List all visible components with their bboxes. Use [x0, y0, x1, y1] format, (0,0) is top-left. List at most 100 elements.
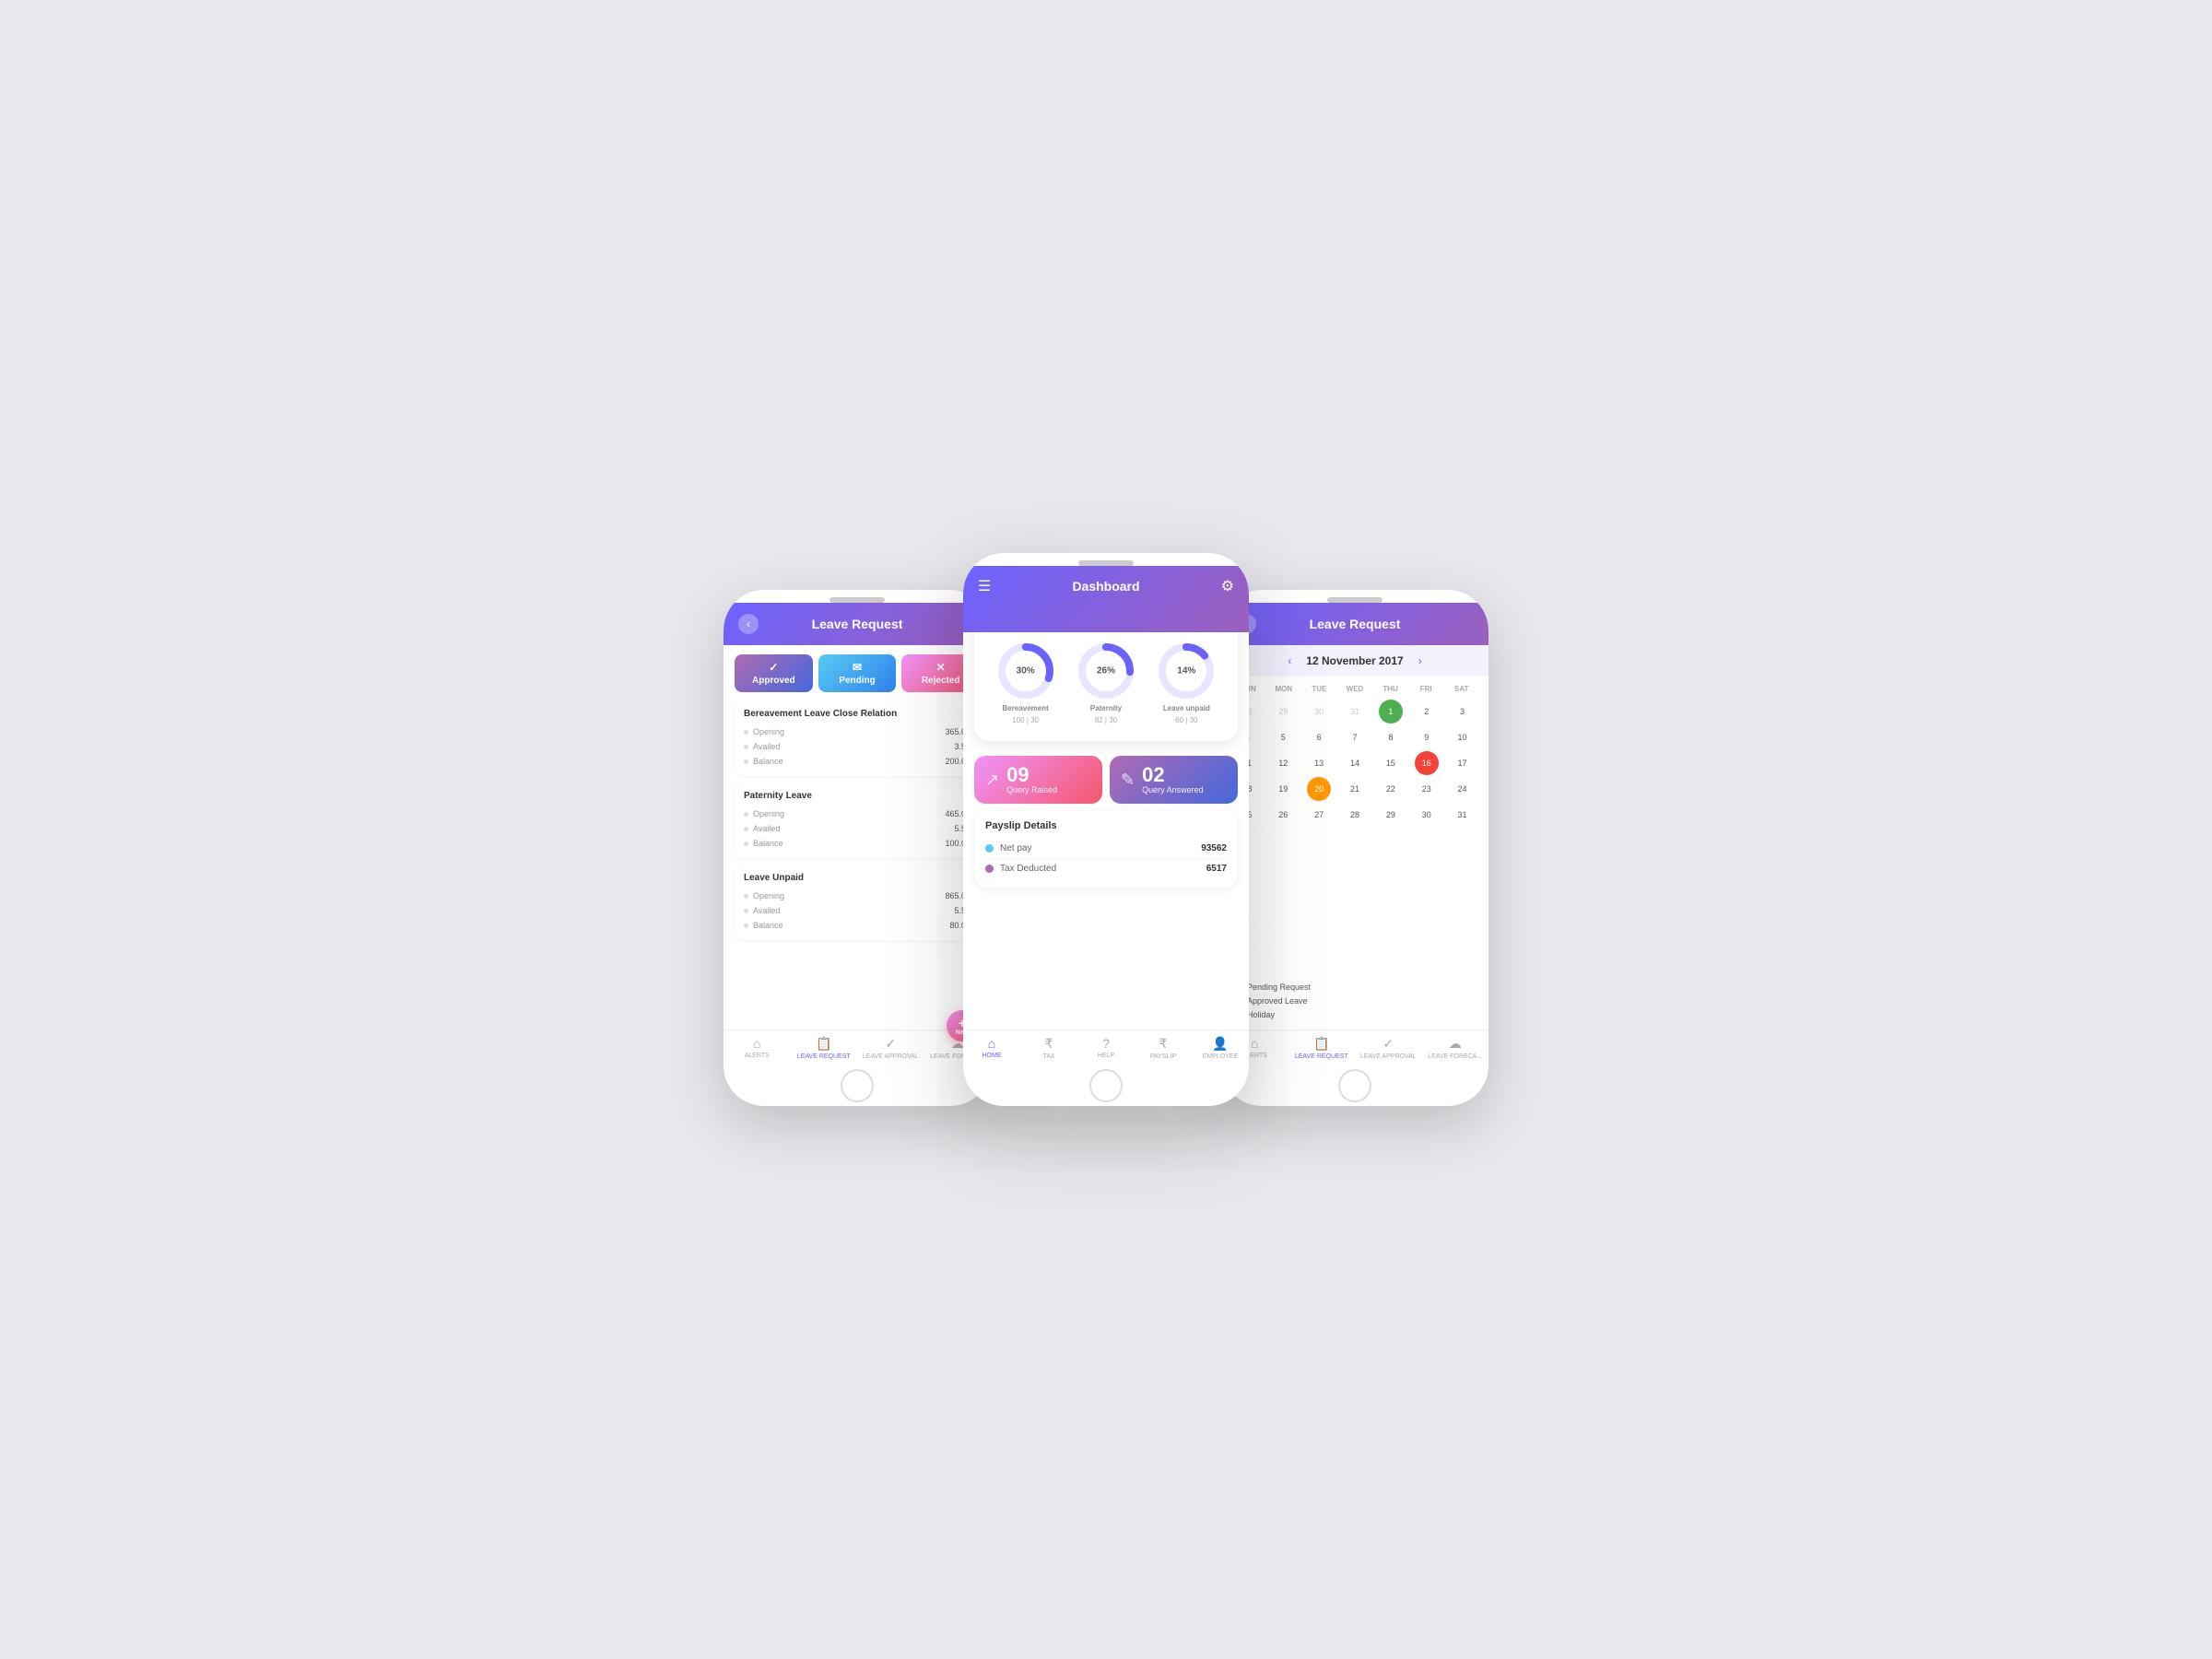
approved-filter[interactable]: ✓ Approved — [735, 654, 813, 692]
cal-day[interactable]: 30 — [1415, 803, 1439, 827]
circles-row: 30% Bereavement 100 | 30 26% — [985, 641, 1227, 724]
cal-day[interactable]: 13 — [1307, 751, 1331, 775]
payslip-tax-label: Tax Deducted — [985, 864, 1056, 874]
payslip-netpay-label: Net pay — [985, 843, 1031, 853]
tax-value: 6517 — [1206, 864, 1227, 874]
pending-icon: ✉ — [853, 661, 862, 674]
cal-day[interactable]: 17 — [1451, 751, 1475, 775]
cal-body: 2829303112345678910111213141516171819202… — [1230, 700, 1479, 827]
cal-day[interactable]: 10 — [1451, 725, 1475, 749]
nav-leave-approval-right[interactable]: ✓ LEAVE APPROVAL — [1355, 1036, 1422, 1060]
legend-holiday: Holiday — [1232, 1010, 1477, 1019]
phone-center: ☰ Dashboard ⚙ Leave Card Availed — [963, 553, 1249, 1106]
query-answered-label: Query Answered — [1142, 785, 1204, 794]
gear-icon[interactable]: ⚙ — [1221, 577, 1234, 595]
cal-day[interactable]: 15 — [1379, 751, 1403, 775]
legend-pending: Pending Request — [1232, 982, 1477, 992]
cal-thu: THU — [1372, 682, 1408, 696]
pending-legend-label: Pending Request — [1247, 982, 1311, 992]
calendar-nav: ‹ 12 November 2017 › — [1221, 645, 1488, 677]
cloud-icon-right: ☁ — [1449, 1036, 1462, 1052]
query-raised-label: Query Raised — [1006, 785, 1057, 794]
home-icon-left: ⌂ — [753, 1036, 760, 1051]
dashboard-title: Dashboard — [1072, 579, 1139, 594]
right-bottom-nav: ⌂ ALERTS 📋 LEAVE REQUEST ✓ LEAVE APPROVA… — [1221, 1030, 1488, 1064]
cal-day[interactable]: 14 — [1343, 751, 1367, 775]
cal-day[interactable]: 31 — [1451, 803, 1475, 827]
cal-next-arrow[interactable]: › — [1413, 653, 1428, 669]
circle-bereavement: 30% Bereavement 100 | 30 — [996, 641, 1055, 724]
home-button-right[interactable] — [1338, 1069, 1371, 1102]
cal-day[interactable]: 19 — [1271, 777, 1295, 801]
query-answered-num: 02 — [1142, 765, 1204, 785]
pending-label: Pending — [839, 676, 875, 686]
paternity-title: Paternity Leave — [744, 791, 971, 801]
leave-section-bereavement: Bereavement Leave Close Relation Opening… — [735, 701, 980, 776]
nav-leave-forecast-label-right: LEAVE FORECA... — [1428, 1053, 1482, 1060]
nav-leave-request-left[interactable]: 📋 LEAVE REQUEST — [791, 1036, 858, 1060]
cal-day[interactable]: 1 — [1379, 700, 1403, 724]
cal-day[interactable]: 29 — [1379, 803, 1403, 827]
cal-day[interactable]: 29 — [1271, 700, 1295, 724]
cal-day[interactable]: 3 — [1451, 700, 1475, 724]
calendar-grid: SUN MON TUE WED THU FRI SAT 282930311234… — [1221, 677, 1488, 977]
unpaid-balance-row: Balance 80.00 — [744, 918, 971, 933]
home-button-left[interactable] — [841, 1069, 874, 1102]
hamburger-icon[interactable]: ☰ — [978, 577, 991, 595]
unpaid-circle-nums: 60 | 30 — [1175, 716, 1197, 724]
cal-day[interactable]: 8 — [1379, 725, 1403, 749]
cal-day[interactable]: 20 — [1307, 777, 1331, 801]
query-answered-card[interactable]: ✎ 02 Query Answered — [1110, 756, 1238, 804]
cal-day[interactable]: 26 — [1271, 803, 1295, 827]
nav-leave-request-label-left: LEAVE REQUEST — [797, 1053, 851, 1060]
cal-fri: FRI — [1408, 682, 1444, 696]
cal-day[interactable]: 5 — [1271, 725, 1295, 749]
nav-leave-forecast-right[interactable]: ☁ LEAVE FORECA... — [1422, 1036, 1489, 1060]
nav-tax-center[interactable]: ₹ TAX — [1020, 1036, 1077, 1060]
cal-day[interactable]: 7 — [1343, 725, 1367, 749]
back-button-left[interactable]: ‹ — [738, 614, 759, 634]
phone-left: ‹ Leave Request ✓ Approved ✉ Pending ✕ R… — [724, 590, 991, 1106]
nav-alerts-left[interactable]: ⌂ ALERTS — [724, 1036, 791, 1060]
donut-unpaid-label: 14% — [1177, 666, 1195, 677]
tax-dot — [985, 865, 994, 873]
nav-help-center[interactable]: ? HELP — [1077, 1036, 1135, 1060]
cal-day[interactable]: 16 — [1415, 751, 1439, 775]
leave-icon-right: 📋 — [1313, 1036, 1329, 1052]
cal-day[interactable]: 9 — [1415, 725, 1439, 749]
payslip-card: Payslip Details Net pay 93562 Tax Deduct… — [974, 811, 1238, 888]
cal-day[interactable]: 12 — [1271, 751, 1295, 775]
home-icon-right: ⌂ — [1251, 1036, 1258, 1051]
cal-day[interactable]: 21 — [1343, 777, 1367, 801]
cal-day[interactable]: 30 — [1307, 700, 1331, 724]
nav-leave-request-right[interactable]: 📋 LEAVE REQUEST — [1288, 1036, 1356, 1060]
query-raised-card[interactable]: ↗ 09 Query Raised — [974, 756, 1102, 804]
nav-leave-approval-left[interactable]: ✓ LEAVE APPROVAL — [857, 1036, 924, 1060]
nav-leave-approval-label-left: LEAVE APPROVAL — [863, 1053, 919, 1060]
cal-day[interactable]: 2 — [1415, 700, 1439, 724]
nav-payslip-center[interactable]: ₹ PAYSLIP — [1135, 1036, 1192, 1060]
leave-list: Bereavement Leave Close Relation Opening… — [724, 701, 991, 1030]
pending-filter[interactable]: ✉ Pending — [818, 654, 897, 692]
cal-day[interactable]: 28 — [1343, 803, 1367, 827]
nav-employee-center[interactable]: 👤 EMPLOYEE — [1192, 1036, 1249, 1060]
cal-day[interactable]: 31 — [1343, 700, 1367, 724]
cal-day[interactable]: 23 — [1415, 777, 1439, 801]
cal-prev-arrow[interactable]: ‹ — [1282, 653, 1297, 669]
cal-day[interactable]: 6 — [1307, 725, 1331, 749]
center-header: ☰ Dashboard ⚙ — [963, 566, 1249, 632]
donut-unpaid: 14% — [1157, 641, 1216, 700]
cal-day[interactable]: 24 — [1451, 777, 1475, 801]
unpaid-availed-label: Availed — [744, 906, 780, 915]
donut-paternity-label: 26% — [1097, 666, 1115, 677]
nav-home-center[interactable]: ⌂ HOME — [963, 1036, 1020, 1060]
rejected-label: Rejected — [922, 676, 960, 686]
home-button-center[interactable] — [1089, 1069, 1123, 1102]
cal-mon: MON — [1266, 682, 1302, 696]
netpay-text: Net pay — [1000, 843, 1031, 853]
netpay-value: 93562 — [1201, 843, 1227, 853]
bereavement-balance-label: Balance — [744, 757, 783, 766]
paternity-availed-label: Availed — [744, 824, 780, 833]
cal-day[interactable]: 27 — [1307, 803, 1331, 827]
cal-day[interactable]: 22 — [1379, 777, 1403, 801]
